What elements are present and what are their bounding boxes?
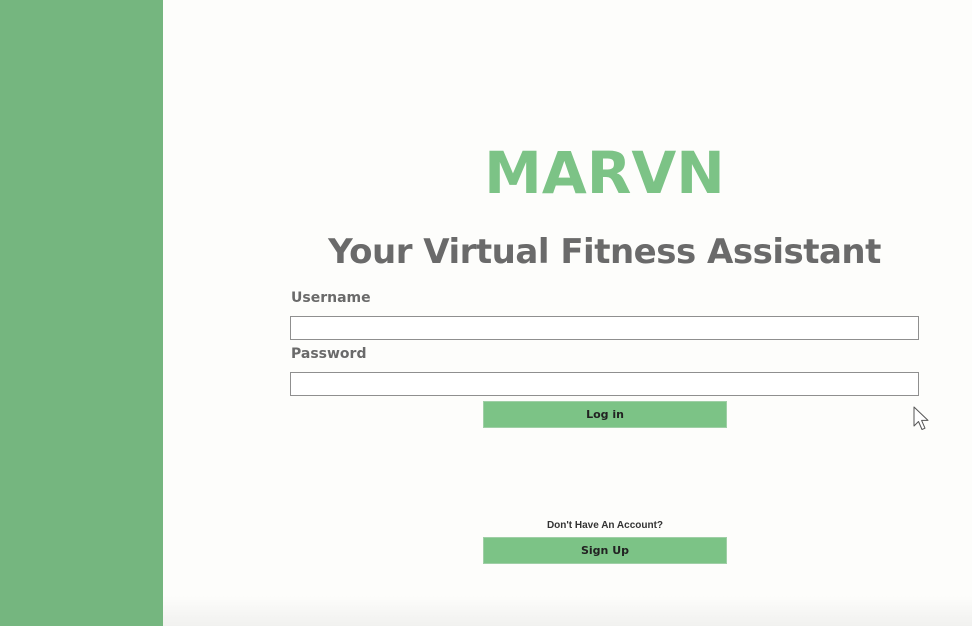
username-input[interactable] bbox=[290, 316, 919, 340]
app-title: MARVN bbox=[484, 139, 725, 207]
mouse-pointer-icon bbox=[913, 406, 929, 430]
password-input[interactable] bbox=[290, 372, 919, 396]
app-tagline: Your Virtual Fitness Assistant bbox=[328, 232, 881, 272]
signup-prompt: Don't Have An Account? bbox=[546, 520, 664, 531]
password-label: Password bbox=[291, 346, 367, 362]
username-label: Username bbox=[291, 290, 371, 306]
bottom-shadow bbox=[163, 596, 972, 626]
signup-button[interactable]: Sign Up bbox=[483, 537, 727, 564]
left-sidebar bbox=[0, 0, 163, 626]
login-button[interactable]: Log in bbox=[483, 401, 727, 428]
